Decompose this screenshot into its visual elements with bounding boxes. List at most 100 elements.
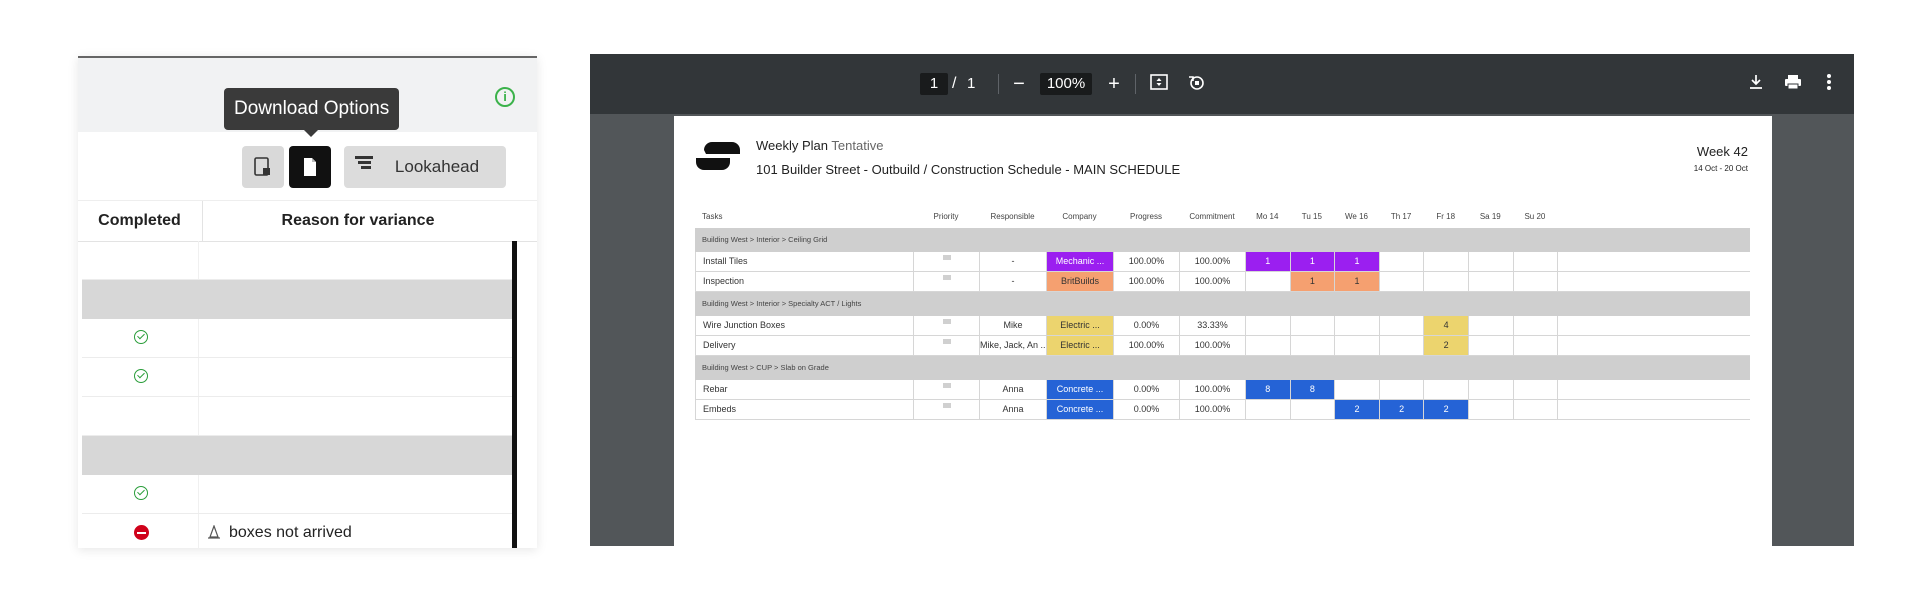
pdf-page: Weekly Plan Tentative 101 Builder Street…	[674, 116, 1772, 546]
more-options-icon[interactable]	[1818, 73, 1840, 95]
priority-cell	[914, 316, 980, 335]
table-row: Inspection - BritBuilds 100.00% 100.00% 1 1	[695, 272, 1750, 292]
zoom-in-button[interactable]: +	[1103, 73, 1125, 95]
column-header-commitment: Commitment	[1189, 212, 1235, 221]
task-name: Inspection	[696, 272, 914, 291]
table-row	[82, 319, 513, 358]
day-cell	[1469, 272, 1514, 291]
reason-text: boxes not arrived	[229, 524, 352, 541]
day-cell	[1246, 336, 1291, 355]
progress-cell: 100.00%	[1114, 272, 1180, 291]
export-button[interactable]	[242, 146, 284, 188]
lookahead-icon	[355, 156, 389, 173]
responsible-cell: -	[980, 272, 1047, 291]
priority-flag-icon	[942, 319, 951, 324]
reason-cell[interactable]: boxes not arrived	[198, 514, 499, 548]
document-icon	[304, 158, 316, 176]
company-cell: Mechanic ...	[1047, 252, 1114, 271]
priority-flag-icon	[942, 275, 951, 280]
task-name: Rebar	[696, 380, 914, 399]
priority-flag-icon	[942, 255, 951, 260]
responsible-cell: Mike, Jack, An ...	[980, 336, 1047, 355]
cone-icon	[207, 524, 221, 539]
scrollbar[interactable]	[512, 241, 517, 548]
day-cell: 1	[1335, 272, 1380, 291]
commitment-cell: 100.00%	[1180, 380, 1246, 399]
day-cell	[1514, 380, 1559, 399]
commitment-cell: 100.00%	[1180, 336, 1246, 355]
variance-table-body: boxes not arrived	[82, 241, 513, 548]
week-range: 14 Oct - 20 Oct	[1693, 164, 1748, 173]
priority-cell	[914, 272, 980, 291]
reason-cell[interactable]	[198, 397, 499, 435]
toolbar-divider	[998, 74, 999, 94]
download-options-button[interactable]	[289, 146, 331, 188]
weekly-plan-panel: i Lookahead Download Options Completed R…	[78, 56, 537, 548]
task-name: Wire Junction Boxes	[696, 316, 914, 335]
table-row: Rebar Anna Concrete ... 0.00% 100.00% 8 8	[695, 380, 1750, 400]
priority-flag-icon	[942, 339, 951, 344]
company-cell: Electric ...	[1047, 336, 1114, 355]
completed-check-icon	[134, 486, 148, 500]
column-header-day: Su 20	[1524, 212, 1546, 221]
fit-to-page-icon[interactable]	[1148, 73, 1170, 95]
day-cell	[1291, 400, 1336, 419]
reason-cell[interactable]	[198, 475, 499, 513]
zoom-out-button[interactable]: −	[1008, 73, 1030, 95]
group-row: Building West > CUP > Slab on Grade	[695, 356, 1750, 380]
task-name: Install Tiles	[696, 252, 914, 271]
completed-check-icon	[134, 330, 148, 344]
day-cell	[1469, 380, 1514, 399]
day-cell	[1514, 336, 1559, 355]
completed-cell	[82, 241, 197, 279]
column-header-reason: Reason for variance	[202, 201, 513, 241]
column-header-day: Sa 19	[1479, 212, 1501, 221]
table-row: Install Tiles - Mechanic ... 100.00% 100.00%…	[695, 252, 1750, 272]
rotate-icon[interactable]	[1185, 73, 1207, 95]
day-cell	[1335, 316, 1380, 335]
table-row	[82, 397, 513, 436]
day-cell	[1380, 252, 1425, 271]
download-options-tooltip: Download Options	[224, 88, 400, 137]
reason-cell[interactable]	[198, 319, 499, 357]
group-row: Building West > Interior > Specialty ACT…	[695, 292, 1750, 316]
print-icon[interactable]	[1782, 73, 1804, 95]
day-cell	[1246, 272, 1291, 291]
priority-cell	[914, 336, 980, 355]
day-cell	[1380, 316, 1425, 335]
table-header: Completed Reason for variance	[78, 200, 537, 242]
day-cell	[1469, 336, 1514, 355]
day-cell: 2	[1424, 336, 1469, 355]
download-icon[interactable]	[1745, 73, 1767, 95]
progress-cell: 100.00%	[1114, 336, 1180, 355]
reason-cell[interactable]	[198, 358, 499, 396]
completed-cell	[82, 475, 197, 513]
commitment-cell: 33.33%	[1180, 316, 1246, 335]
column-header-day: Fr 18	[1436, 212, 1456, 221]
day-cell	[1514, 252, 1559, 271]
company-logo	[696, 142, 740, 170]
day-cell	[1291, 316, 1336, 335]
info-icon[interactable]: i	[495, 87, 515, 107]
lookahead-button[interactable]: Lookahead	[344, 146, 506, 188]
page-number-input[interactable]: 1	[920, 73, 948, 95]
day-cell: 4	[1424, 316, 1469, 335]
completed-cell	[82, 397, 197, 435]
day-cell	[1246, 316, 1291, 335]
day-cell: 2	[1335, 400, 1380, 419]
company-cell: Concrete ...	[1047, 380, 1114, 399]
day-cell	[1380, 336, 1425, 355]
responsible-cell: Anna	[980, 400, 1047, 419]
day-cell	[1514, 316, 1559, 335]
day-cell	[1469, 316, 1514, 335]
column-header-responsible: Responsible	[990, 212, 1035, 221]
table-header: Tasks Priority Responsible Company Progress C…	[695, 206, 1750, 228]
document-title: Weekly Plan Tentative	[756, 138, 883, 153]
zoom-input[interactable]: 100%	[1040, 73, 1092, 95]
reason-cell[interactable]	[198, 241, 499, 279]
page-total: 1	[967, 75, 976, 92]
day-cell	[1469, 252, 1514, 271]
week-label: Week 42	[1696, 144, 1748, 159]
priority-cell	[914, 252, 980, 271]
completed-cell	[82, 358, 197, 396]
